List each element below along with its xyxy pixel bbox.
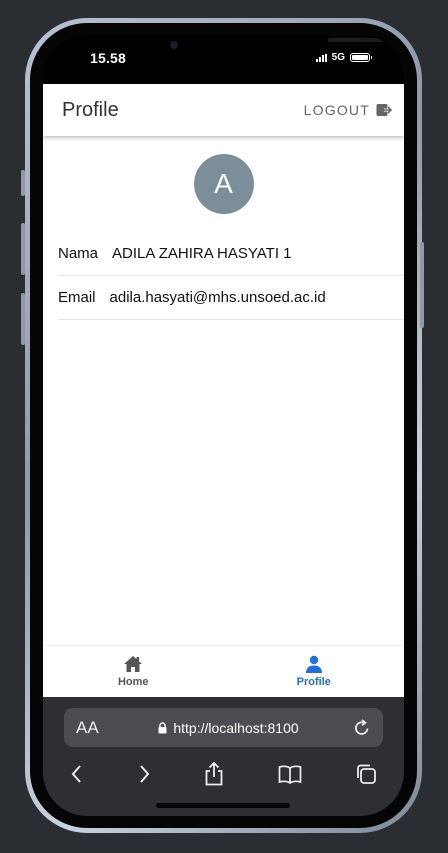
- email-label: Email: [58, 289, 96, 306]
- address-bar[interactable]: AA http://localhost:8100: [64, 708, 383, 747]
- logout-button[interactable]: LOGOUT: [304, 102, 392, 118]
- logout-icon: [376, 104, 392, 116]
- tab-home-label: Home: [117, 676, 149, 688]
- notch: [178, 35, 388, 59]
- home-icon: [124, 656, 143, 672]
- reload-icon: [355, 719, 369, 735]
- email-value: adila.hasyati@mhs.unsoed.ac.id: [109, 289, 326, 306]
- avatar-container: A: [43, 154, 404, 214]
- logout-label: LOGOUT: [303, 102, 370, 118]
- tabs-icon[interactable]: [355, 763, 377, 785]
- share-icon[interactable]: [204, 762, 224, 786]
- browser-nav: [43, 759, 404, 789]
- tab-bar: Home Profile: [43, 645, 404, 697]
- lock-icon: [158, 721, 167, 733]
- network-type: 5G: [331, 52, 345, 63]
- tab-home[interactable]: Home: [43, 646, 224, 697]
- battery-icon: [350, 53, 372, 62]
- status-icons: 5G: [315, 52, 372, 63]
- back-icon[interactable]: [70, 764, 84, 784]
- signal-icon: [315, 53, 327, 62]
- forward-icon[interactable]: [137, 764, 151, 784]
- tab-profile[interactable]: Profile: [224, 646, 405, 697]
- profile-info-list: Nama ADILA ZAHIRA HASYATI 1 Email adila.…: [43, 232, 404, 320]
- list-item-name: Nama ADILA ZAHIRA HASYATI 1: [58, 232, 404, 276]
- reload-button[interactable]: [351, 719, 373, 736]
- volume-up-button: [21, 223, 25, 275]
- tab-profile-label: Profile: [296, 676, 331, 688]
- person-icon: [305, 655, 322, 673]
- volume-down-button: [21, 293, 25, 345]
- bookmarks-icon[interactable]: [278, 764, 302, 784]
- browser-toolbar: AA http://localhost:8100: [43, 697, 404, 816]
- phone-screen: 15.58 5G Profile LOGOUT A Nama ADILA ZAH…: [43, 35, 404, 816]
- power-button: [420, 242, 424, 328]
- avatar: A: [193, 154, 254, 214]
- name-label: Nama: [58, 245, 99, 262]
- url-display[interactable]: http://localhost:8100: [106, 720, 351, 736]
- page-title: Profile: [62, 98, 119, 121]
- name-value: ADILA ZAHIRA HASYATI 1: [112, 245, 292, 262]
- front-camera: [170, 41, 178, 49]
- url-text: http://localhost:8100: [173, 719, 299, 736]
- status-time: 15.58: [90, 50, 127, 66]
- home-indicator: [156, 803, 290, 808]
- mute-switch: [21, 170, 25, 196]
- speaker: [328, 38, 388, 42]
- list-item-email: Email adila.hasyati@mhs.unsoed.ac.id: [58, 276, 404, 320]
- app-header: Profile LOGOUT: [43, 84, 404, 136]
- reader-aa-button[interactable]: AA: [76, 718, 106, 738]
- app-view: Profile LOGOUT A Nama ADILA ZAHIRA HASYA…: [43, 84, 404, 697]
